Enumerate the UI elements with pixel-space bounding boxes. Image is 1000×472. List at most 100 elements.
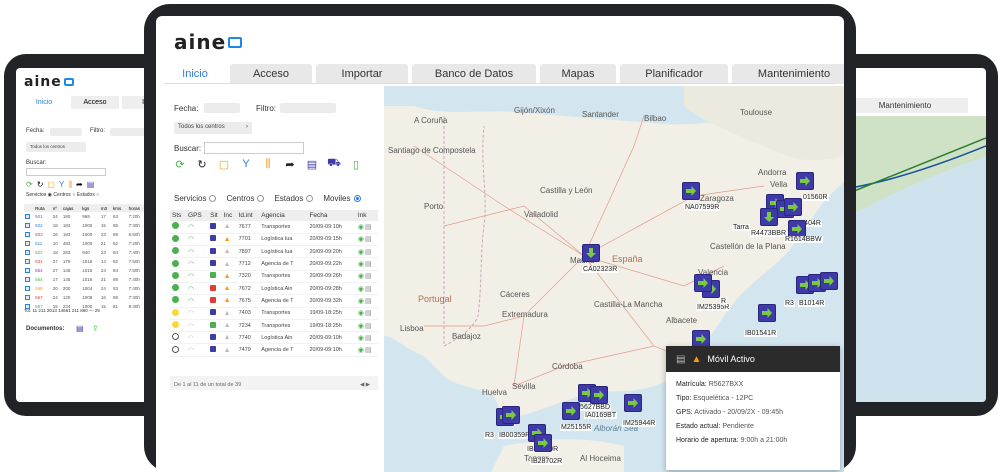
table-row[interactable]: ◠ ▲ 7403 Transportes 19/09-18:25h ◉▤ xyxy=(170,307,378,320)
select-area-icon[interactable]: ▢ xyxy=(216,156,232,172)
vehicle-marker-icon[interactable] xyxy=(582,244,600,262)
vehicle-marker-label[interactable]: Tarra xyxy=(732,224,750,231)
vehicle-marker-label[interactable]: CA02323R xyxy=(582,266,619,273)
checkbox-icon[interactable] xyxy=(25,249,30,255)
tab-mapas[interactable]: Mapas xyxy=(540,64,616,84)
column-header[interactable]: Fecha xyxy=(307,210,356,221)
left-table-row[interactable]: 50218183100015857:30hTr xyxy=(24,221,158,230)
vehicle-marker-label[interactable]: R4473BBR xyxy=(750,230,788,237)
checkbox-icon[interactable] xyxy=(25,285,30,291)
left-check-cell[interactable] xyxy=(24,221,34,230)
tab-inicio[interactable]: Inicio xyxy=(164,64,226,84)
vehicle-marker-icon[interactable] xyxy=(534,434,552,452)
checkbox-icon[interactable] xyxy=(25,231,30,237)
table-row[interactable]: ◠ ▲ 7479 Agencia de T 20/09-09:10h ◉▤ xyxy=(170,343,378,357)
table-row[interactable]: ◠ ▲ 7897 Logística Iua 20/09-09:20h ◉▤ xyxy=(170,245,378,259)
column-header[interactable]: GPS xyxy=(186,210,209,221)
mobile-icon[interactable]: ▯ xyxy=(348,156,364,172)
truck-icon[interactable]: ⛟ xyxy=(326,156,342,172)
vehicle-marker-icon[interactable] xyxy=(784,198,802,216)
vehicle-marker-label[interactable]: IB01541R xyxy=(744,330,778,337)
vehicle-marker-icon[interactable] xyxy=(682,182,700,200)
vehicle-marker-icon[interactable] xyxy=(590,386,608,404)
whatsapp-icon[interactable]: ◉ xyxy=(358,224,364,231)
table-row[interactable]: ◠ ▲ 7740 Logística Ain 20/09-09:10h ◉▤ xyxy=(170,331,378,345)
column-header[interactable]: Sts xyxy=(170,210,187,221)
tab-banco-de-datos[interactable]: Banco de Datos xyxy=(412,64,536,84)
left-buscar-input[interactable] xyxy=(26,168,106,176)
vehicle-marker-label[interactable]: B1014R xyxy=(798,300,826,307)
vehicle-marker-label[interactable]: R xyxy=(720,298,728,305)
whatsapp-icon[interactable]: ◉ xyxy=(358,323,364,330)
left-table-row[interactable]: 56724120100816897:30hTr xyxy=(24,293,158,302)
document-icon[interactable]: ▤ xyxy=(87,180,95,190)
tab-importar[interactable]: Importar xyxy=(316,64,408,84)
pdf-icon[interactable]: ▤ xyxy=(76,324,84,333)
left-check-cell[interactable] xyxy=(24,239,34,248)
left-check-cell[interactable] xyxy=(24,275,34,284)
refresh-icon[interactable]: ↻ xyxy=(37,180,44,190)
left-column-header[interactable]: Ruta xyxy=(34,204,52,212)
left-fecha-field[interactable] xyxy=(50,128,82,136)
column-header[interactable]: Sit xyxy=(208,210,222,221)
left-table-row[interactable]: 51110483100021627:20hTr xyxy=(24,239,158,248)
left-check-cell[interactable] xyxy=(24,212,34,221)
left-table-row[interactable]: 55427145101624847:50hTr xyxy=(24,266,158,275)
checkbox-icon[interactable] xyxy=(25,294,30,300)
upload-icon[interactable]: ⇪ xyxy=(92,324,99,333)
document-icon[interactable]: ▤ xyxy=(365,298,372,305)
whatsapp-icon[interactable]: ◉ xyxy=(358,249,364,256)
vehicle-marker-icon[interactable] xyxy=(758,304,776,322)
table-row[interactable]: ◠ ▲ 7234 Transportes 19/09-18:25h ◉▤ xyxy=(170,319,378,333)
document-icon[interactable]: ▤ xyxy=(365,236,372,243)
vehicle-marker-icon[interactable] xyxy=(562,402,580,420)
checkbox-icon[interactable] xyxy=(25,276,30,282)
vehicle-marker-icon[interactable] xyxy=(624,394,642,412)
pager-arrows-icon[interactable]: ◀ ▶ xyxy=(360,382,370,388)
vehicle-marker-icon[interactable] xyxy=(694,274,712,292)
whatsapp-icon[interactable]: ◉ xyxy=(358,310,364,317)
left-table-row[interactable]: 5221828394023847:40hTr xyxy=(24,248,158,257)
whatsapp-icon[interactable]: ◉ xyxy=(358,298,364,305)
refresh-icon[interactable]: ↻ xyxy=(194,156,210,172)
refresh-green-icon[interactable]: ⟳ xyxy=(26,180,33,190)
table-row[interactable]: ◠ ▲ 7320 Transportes 20/09-09:26h ◉▤ xyxy=(170,270,378,283)
left-tab-acceso[interactable]: Acceso xyxy=(71,96,119,109)
document-icon[interactable]: ▤ xyxy=(365,224,372,231)
whatsapp-icon[interactable]: ◉ xyxy=(358,261,364,268)
left-check-cell[interactable] xyxy=(24,248,34,257)
document-icon[interactable]: ▤ xyxy=(365,273,372,280)
checkbox-icon[interactable] xyxy=(25,240,30,246)
left-check-cell[interactable] xyxy=(24,257,34,266)
column-header[interactable]: Agencia xyxy=(259,210,308,221)
table-row[interactable]: ◠ ▲ 7672 Logística Ain 20/09-09:28h ◉▤ xyxy=(170,282,378,296)
checkbox-icon[interactable] xyxy=(25,222,30,228)
forward-icon[interactable]: ➦ xyxy=(282,156,298,172)
left-centros-select[interactable]: Todos los centros xyxy=(26,142,86,152)
left-table-row[interactable]: 56417145101621897:40hTr xyxy=(24,275,158,284)
document-icon[interactable]: ▤ xyxy=(365,310,372,317)
radio-estados[interactable]: Estados xyxy=(274,194,314,203)
checkbox-icon[interactable] xyxy=(25,213,30,219)
vehicle-marker-label[interactable]: IB00359R xyxy=(498,432,532,439)
buscar-input[interactable] xyxy=(204,142,304,154)
left-column-header[interactable]: kgs xyxy=(81,204,100,212)
whatsapp-icon[interactable]: ◉ xyxy=(358,273,364,280)
vehicle-marker-icon[interactable] xyxy=(502,406,520,424)
left-column-header[interactable]: nº xyxy=(51,204,62,212)
left-check-cell[interactable] xyxy=(24,266,34,275)
radio-moviles[interactable]: Moviles xyxy=(323,194,361,203)
left-column-header[interactable]: cajas xyxy=(61,204,82,212)
document-icon[interactable]: ▤ xyxy=(365,347,372,354)
vehicle-marker-label[interactable]: NA07599R xyxy=(684,204,721,211)
whatsapp-icon[interactable]: ◉ xyxy=(358,286,364,293)
left-column-header[interactable]: kms xyxy=(112,204,128,212)
checkbox-icon[interactable] xyxy=(25,267,30,273)
table-row[interactable]: ◠ ▲ 7675 Agencia de T 20/09-09:32h ◉▤ xyxy=(170,294,378,308)
vehicle-marker-label[interactable]: IA0169BT xyxy=(584,412,618,419)
vehicle-marker-label[interactable]: IM25395R xyxy=(696,304,731,311)
left-check-cell[interactable] xyxy=(24,293,34,302)
left-column-header[interactable] xyxy=(24,204,35,212)
whatsapp-icon[interactable]: ◉ xyxy=(358,335,364,342)
select-area-icon[interactable]: ▢ xyxy=(47,180,55,190)
